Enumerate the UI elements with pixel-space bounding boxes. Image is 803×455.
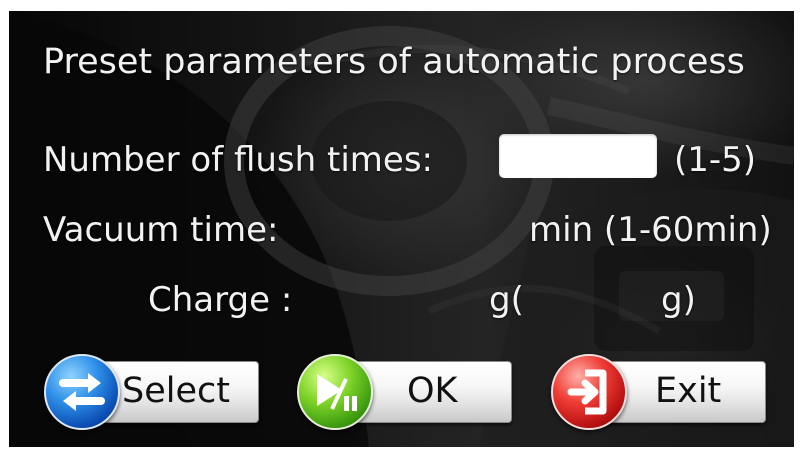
swap-arrows-icon[interactable] <box>44 354 120 430</box>
vacuum-time-unit-range: min (1-60min) <box>529 210 772 250</box>
exit-door-icon[interactable] <box>551 354 627 430</box>
select-button-label[interactable]: Select <box>122 374 230 409</box>
flush-times-input[interactable] <box>499 134 657 178</box>
flush-times-label: Number of flush times: <box>43 140 433 180</box>
charge-unit-open: g( <box>489 280 524 320</box>
flush-times-range: (1-5) <box>674 140 757 180</box>
exit-button[interactable]: Exit <box>551 354 766 430</box>
vacuum-time-label: Vacuum time: <box>43 210 279 250</box>
charge-label: Charge : <box>148 280 293 320</box>
exit-button-label[interactable]: Exit <box>655 374 721 409</box>
select-button[interactable]: Select <box>44 354 259 430</box>
ok-button[interactable]: OK <box>297 354 512 430</box>
charge-unit-close: g) <box>661 280 696 320</box>
screen-title: Preset parameters of automatic process <box>43 42 745 82</box>
play-pause-icon[interactable] <box>297 354 373 430</box>
ok-button-label[interactable]: OK <box>407 374 458 409</box>
automatic-process-screen: Preset parameters of automatic process N… <box>9 11 794 447</box>
